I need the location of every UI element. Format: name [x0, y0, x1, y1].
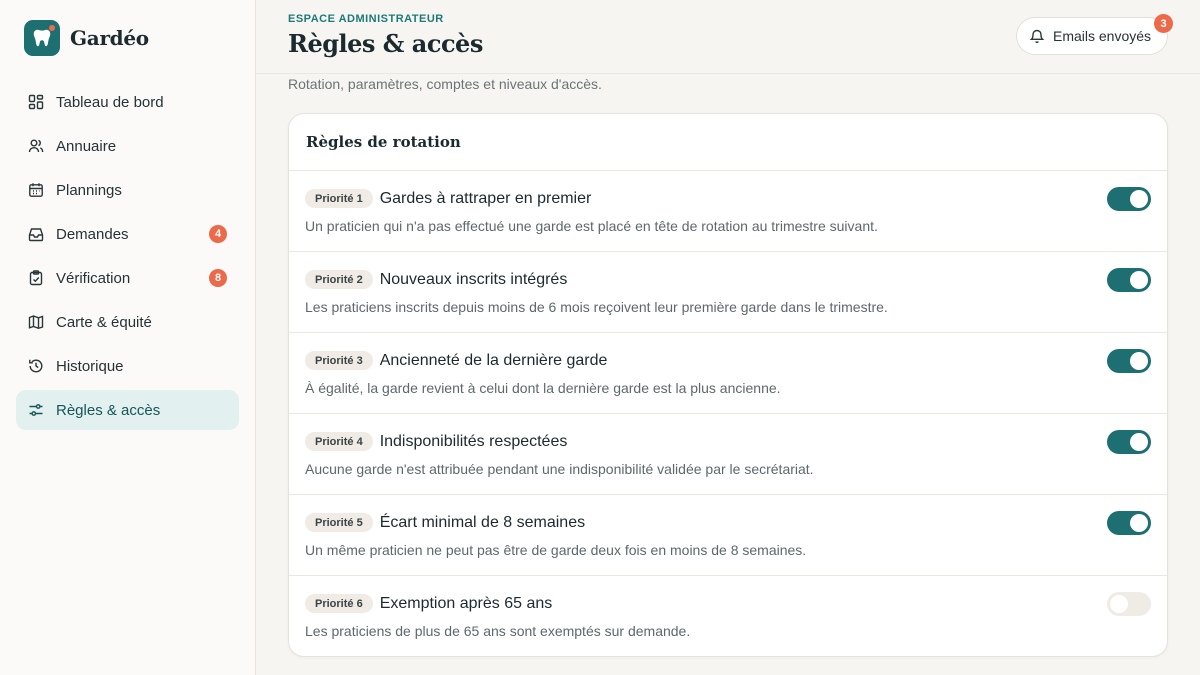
priority-badge: Priorité 1 — [305, 189, 373, 208]
brand-name: Gardéo — [70, 26, 149, 50]
card-title: Règles de rotation — [289, 114, 1167, 171]
dashboard-icon — [28, 94, 44, 110]
emails-count-badge: 3 — [1154, 14, 1173, 33]
emails-sent-button[interactable]: Emails envoyés 3 — [1016, 14, 1173, 55]
rule-row: Priorité 4 Indisponibilités respectées A… — [289, 414, 1167, 495]
map-icon — [28, 314, 44, 330]
rule-description: Un même praticien ne peut pas être de ga… — [305, 542, 807, 558]
page-header: ESPACE ADMINISTRATEUR Règles & accès Ema… — [256, 0, 1200, 74]
rule-row: Priorité 3 Ancienneté de la dernière gar… — [289, 333, 1167, 414]
verification-count-badge: 8 — [209, 269, 227, 287]
rule-title: Exemption après 65 ans — [379, 594, 553, 612]
emails-sent-label: Emails envoyés — [1053, 28, 1152, 44]
sidebar-item-regles-acces[interactable]: Règles & accès — [16, 390, 239, 430]
rule-title: Gardes à rattraper en premier — [379, 189, 592, 207]
toggle-knob — [1130, 352, 1148, 370]
rule-toggle[interactable] — [1107, 592, 1151, 616]
sidebar-item-tableau-de-bord[interactable]: Tableau de bord — [16, 82, 239, 122]
rule-title: Ancienneté de la dernière garde — [379, 351, 608, 369]
rule-toggle[interactable] — [1107, 430, 1151, 454]
page-subtitle: Rotation, paramètres, comptes et niveaux… — [288, 76, 602, 92]
toggle-knob — [1130, 433, 1148, 451]
rule-title: Indisponibilités respectées — [379, 432, 568, 450]
tooth-logo-icon — [24, 20, 60, 56]
sidebar-item-label: Carte & équité — [56, 313, 152, 331]
sidebar-item-label: Règles & accès — [56, 401, 161, 419]
sidebar-item-label: Annuaire — [56, 137, 117, 155]
priority-badge: Priorité 5 — [305, 513, 373, 532]
toggle-knob — [1110, 595, 1128, 613]
demandes-count-badge: 4 — [209, 225, 227, 243]
rule-title: Écart minimal de 8 semaines — [379, 513, 586, 531]
toggle-knob — [1130, 190, 1148, 208]
main-content: ESPACE ADMINISTRATEUR Règles & accès Ema… — [256, 0, 1200, 675]
priority-badge: Priorité 6 — [305, 594, 373, 613]
rule-description: Les praticiens inscrits depuis moins de … — [305, 299, 888, 315]
sidebar-item-label: Historique — [56, 357, 124, 375]
priority-badge: Priorité 2 — [305, 270, 373, 289]
priority-badge: Priorité 3 — [305, 351, 373, 370]
rule-description: Un praticien qui n'a pas effectué une ga… — [305, 218, 878, 234]
bell-icon — [1029, 28, 1045, 44]
sidebar-nav: Tableau de bord Annuaire Plannings Deman… — [16, 82, 239, 434]
rule-description: Les praticiens de plus de 65 ans sont ex… — [305, 623, 691, 639]
sidebar-item-plannings[interactable]: Plannings — [16, 170, 239, 210]
rule-row: Priorité 2 Nouveaux inscrits intégrés Le… — [289, 252, 1167, 333]
rotation-rules-card: Règles de rotation Priorité 1 Gardes à r… — [288, 113, 1168, 657]
rule-toggle[interactable] — [1107, 268, 1151, 292]
sidebar-item-label: Vérification — [56, 269, 131, 287]
rule-row: Priorité 6 Exemption après 65 ans Les pr… — [289, 576, 1167, 656]
sidebar: Gardéo Tableau de bord Annuaire Planning… — [0, 0, 256, 675]
calendar-icon — [28, 182, 44, 198]
rule-toggle[interactable] — [1107, 511, 1151, 535]
rule-toggle[interactable] — [1107, 187, 1151, 211]
toggle-knob — [1130, 271, 1148, 289]
sidebar-item-carte-equite[interactable]: Carte & équité — [16, 302, 239, 342]
sidebar-item-label: Plannings — [56, 181, 122, 199]
sidebar-item-historique[interactable]: Historique — [16, 346, 239, 386]
rule-title: Nouveaux inscrits intégrés — [379, 270, 568, 288]
rule-description: Aucune garde n'est attribuée pendant une… — [305, 461, 814, 477]
sliders-icon — [28, 402, 44, 418]
rule-description: À égalité, la garde revient à celui dont… — [305, 380, 781, 396]
page-title: Règles & accès — [288, 29, 483, 58]
rule-row: Priorité 5 Écart minimal de 8 semaines U… — [289, 495, 1167, 576]
inbox-icon — [28, 226, 44, 242]
users-icon — [28, 138, 44, 154]
logo-dot — [48, 24, 56, 32]
sidebar-item-label: Demandes — [56, 225, 129, 243]
rule-toggle[interactable] — [1107, 349, 1151, 373]
rule-row: Priorité 1 Gardes à rattraper en premier… — [289, 171, 1167, 252]
page-eyebrow: ESPACE ADMINISTRATEUR — [288, 13, 444, 25]
brand[interactable]: Gardéo — [24, 20, 149, 56]
toggle-knob — [1130, 514, 1148, 532]
priority-badge: Priorité 4 — [305, 432, 373, 451]
sidebar-item-demandes[interactable]: Demandes 4 — [16, 214, 239, 254]
sidebar-item-label: Tableau de bord — [56, 93, 164, 111]
sidebar-item-verification[interactable]: Vérification 8 — [16, 258, 239, 298]
sidebar-item-annuaire[interactable]: Annuaire — [16, 126, 239, 166]
clipboard-check-icon — [28, 270, 44, 286]
history-icon — [28, 358, 44, 374]
